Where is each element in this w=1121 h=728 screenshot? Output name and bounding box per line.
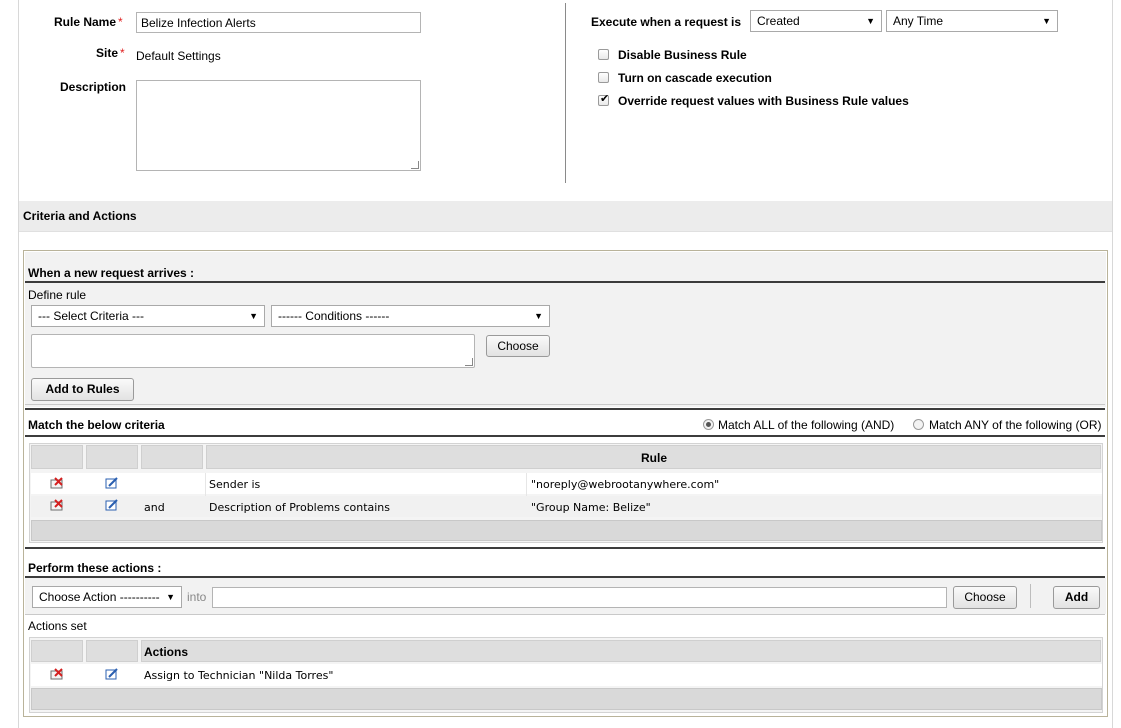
table-footer <box>31 520 1102 541</box>
site-value: Default Settings <box>136 49 221 63</box>
rule-name-input[interactable]: Belize Infection Alerts <box>136 12 421 33</box>
table-header-cell <box>86 445 138 469</box>
disable-rule-label: Disable Business Rule <box>618 48 747 62</box>
separator <box>25 404 1105 405</box>
separator <box>25 408 1105 410</box>
choose-criteria-button[interactable]: Choose <box>486 335 550 357</box>
divider <box>1030 584 1031 608</box>
define-rule-label: Define rule <box>28 288 87 302</box>
rule-field: Description of Problems contains <box>209 501 391 514</box>
section-header: Criteria and Actions <box>19 201 1112 232</box>
conditions-select[interactable]: ------ Conditions ------ ▼ <box>271 305 550 327</box>
execute-label: Execute when a request is <box>591 15 742 29</box>
action-value-input[interactable] <box>212 587 947 608</box>
edit-icon[interactable] <box>105 499 119 511</box>
rule-column-header: Rule <box>206 445 1101 469</box>
match-all-radio[interactable] <box>703 419 714 430</box>
criteria-select[interactable]: --- Select Criteria --- ▼ <box>31 305 265 327</box>
chevron-down-icon: ▼ <box>534 311 543 321</box>
actions-set-label: Actions set <box>28 619 87 633</box>
chevron-down-icon: ▼ <box>1042 16 1051 26</box>
add-to-rules-button[interactable]: Add to Rules <box>31 378 134 401</box>
site-label: Site * <box>96 46 125 60</box>
time-select[interactable]: Any Time ▼ <box>886 10 1058 32</box>
disable-rule-checkbox[interactable] <box>598 49 609 60</box>
table-header-cell <box>141 445 203 469</box>
rule-field: Sender is <box>209 478 261 491</box>
criteria-value-textarea[interactable] <box>31 334 475 368</box>
delete-icon[interactable] <box>50 668 64 680</box>
cascade-checkbox[interactable] <box>598 72 609 83</box>
separator <box>25 281 1105 283</box>
rule-name-label: Rule Name * <box>54 15 123 29</box>
choose-action-button[interactable]: Choose <box>953 586 1017 609</box>
action-text: Assign to Technician "Nilda Torres" <box>144 669 334 682</box>
match-any-radio[interactable] <box>913 419 924 430</box>
separator <box>25 435 1105 437</box>
match-any-label: Match ANY of the following (OR) <box>929 418 1102 432</box>
actions-title: Perform these actions : <box>28 561 162 575</box>
into-label: into <box>187 590 207 604</box>
override-label: Override request values with Business Ru… <box>618 94 909 108</box>
chevron-down-icon: ▼ <box>866 16 875 26</box>
rule-value: "noreply@webrootanywhere.com" <box>531 478 720 491</box>
actions-column-header-label: Actions <box>144 645 189 659</box>
table-header-cell <box>31 640 83 662</box>
description-label: Description <box>60 80 127 94</box>
resize-handle[interactable] <box>411 161 419 169</box>
divider <box>565 3 566 183</box>
event-select[interactable]: Created ▼ <box>750 10 882 32</box>
cascade-label: Turn on cascade execution <box>618 71 772 85</box>
separator <box>25 614 1105 615</box>
table-header-cell <box>31 445 83 469</box>
match-all-label: Match ALL of the following (AND) <box>718 418 895 432</box>
separator <box>25 547 1105 549</box>
description-textarea[interactable] <box>136 80 421 171</box>
rule-value: "Group Name: Belize" <box>531 501 651 514</box>
match-label: Match the below criteria <box>28 418 165 432</box>
delete-icon[interactable] <box>50 477 64 489</box>
edit-icon[interactable] <box>105 477 119 489</box>
section-title: Criteria and Actions <box>23 209 137 223</box>
actions-column-header: Actions <box>141 640 1101 662</box>
choose-action-select[interactable]: Choose Action ---------- ▼ <box>32 586 182 608</box>
chevron-down-icon: ▼ <box>249 311 258 321</box>
table-header-cell <box>86 640 138 662</box>
override-checkbox[interactable]: ✔ <box>598 93 610 106</box>
resize-handle[interactable] <box>465 358 473 366</box>
when-label: When a new request arrives : <box>28 266 195 280</box>
chevron-down-icon: ▼ <box>166 592 175 602</box>
rule-conjunction: and <box>144 501 165 514</box>
add-action-button[interactable]: Add <box>1053 586 1100 609</box>
checkmark-icon: ✔ <box>600 93 610 105</box>
delete-icon[interactable] <box>50 499 64 511</box>
table-footer <box>31 688 1102 710</box>
rule-column-header-label: Rule <box>641 451 668 465</box>
edit-icon[interactable] <box>105 668 119 680</box>
